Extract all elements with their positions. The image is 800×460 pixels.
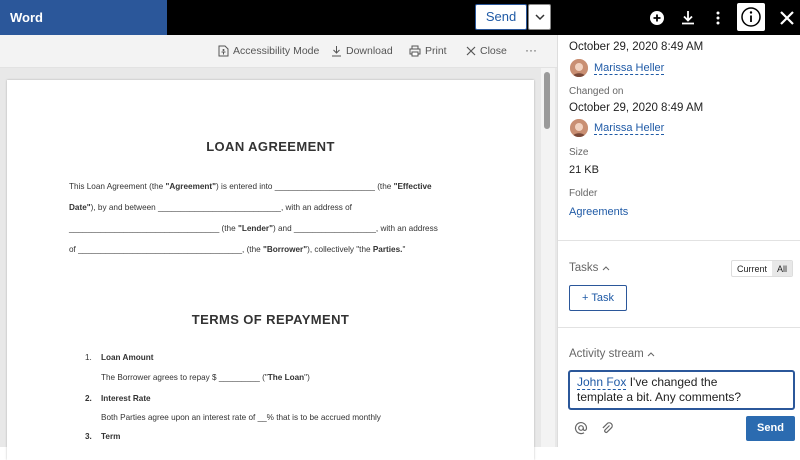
print-label: Print (425, 45, 447, 57)
more-vertical-icon[interactable] (706, 6, 730, 30)
created-by-link[interactable]: Marissa Heller (594, 62, 665, 75)
changed-date: October 29, 2020 8:49 AM (569, 102, 704, 114)
list-item-title: Term (101, 432, 121, 441)
avatar (570, 119, 588, 137)
send-button[interactable]: Send (475, 4, 527, 30)
divider (558, 327, 800, 328)
close-icon (466, 46, 476, 56)
list-item-number: 2. (85, 394, 92, 403)
document-toolbar: Accessibility Mode Download Print Close … (0, 35, 557, 68)
list-item-body: Both Parties agree upon an interest rate… (101, 413, 381, 422)
download-label: Download (346, 45, 393, 57)
tasks-section-toggle[interactable]: Tasks (569, 262, 610, 274)
close-label: Close (480, 45, 507, 57)
agreement-paragraph-line-4: of ____________________________________,… (69, 245, 406, 254)
download-icon[interactable] (676, 6, 700, 30)
comment-text-line-1: I've changed the (626, 375, 718, 389)
folder-link[interactable]: Agreements (569, 206, 628, 218)
comment-input[interactable]: John Fox I've changed the template a bit… (568, 370, 795, 410)
size-value: 21 KB (569, 164, 599, 176)
accessibility-mode-button[interactable]: Accessibility Mode (218, 45, 319, 57)
at-icon[interactable] (574, 421, 588, 435)
print-button[interactable]: Print (409, 45, 447, 57)
tasks-filter-toggle: Current All (731, 260, 794, 277)
close-document-button[interactable]: Close (466, 45, 507, 57)
document-scrollbar-thumb[interactable] (544, 72, 550, 129)
plus-circle-icon[interactable] (645, 6, 669, 30)
top-bar: Word Send (0, 0, 800, 35)
list-item-number: 1. (85, 353, 92, 362)
folder-label: Folder (569, 188, 598, 199)
size-label: Size (569, 147, 589, 158)
more-options-button[interactable]: ··· (525, 43, 537, 57)
details-sidebar: October 29, 2020 8:49 AM Marissa Heller … (557, 35, 800, 447)
section-title: TERMS OF REPAYMENT (191, 312, 350, 327)
created-date: October 29, 2020 8:49 AM (569, 41, 704, 53)
activity-stream-toggle[interactable]: Activity stream (569, 348, 655, 360)
tasks-filter-all[interactable]: All (772, 261, 793, 276)
download-icon (332, 46, 341, 57)
info-button[interactable] (737, 3, 765, 31)
list-item-title: Interest Rate (101, 394, 151, 403)
add-task-button[interactable]: + Task (569, 285, 627, 311)
comment-mention[interactable]: John Fox (577, 375, 627, 390)
printer-icon (409, 45, 421, 57)
accessibility-icon (218, 45, 229, 57)
user-avatar-icon (570, 119, 588, 137)
list-item-number: 3. (85, 432, 92, 441)
list-item-body: The Borrower agrees to repay $ _________… (101, 373, 310, 382)
agreement-paragraph-line-3: _________________________________ (the "… (69, 224, 438, 233)
document-title: LOAN AGREEMENT (206, 139, 335, 154)
agreement-paragraph-line-1: This Loan Agreement (the "Agreement") is… (69, 182, 432, 191)
agreement-paragraph-line-2: Date"), by and between _________________… (69, 203, 352, 212)
chevron-up-icon (602, 266, 609, 271)
activity-stream-label: Activity stream (569, 348, 644, 360)
download-button[interactable]: Download (331, 45, 393, 57)
user-avatar-icon (570, 59, 588, 77)
accessibility-mode-label: Accessibility Mode (233, 45, 320, 57)
chevron-down-icon (535, 14, 545, 21)
tasks-filter-current[interactable]: Current (732, 261, 772, 276)
list-item-title: Loan Amount (101, 353, 154, 362)
close-icon[interactable] (775, 6, 799, 30)
send-comment-button[interactable]: Send (746, 416, 795, 441)
changed-on-label: Changed on (569, 86, 624, 97)
document-page: LOAN AGREEMENT This Loan Agreement (the … (7, 80, 534, 460)
changed-by-link[interactable]: Marissa Heller (594, 122, 665, 135)
divider (558, 240, 800, 241)
send-options-button[interactable] (528, 4, 551, 30)
comment-text-line-2: template a bit. Any comments? (577, 390, 742, 404)
info-icon (741, 7, 761, 27)
document-viewer: LOAN AGREEMENT This Loan Agreement (the … (0, 68, 557, 460)
tasks-label: Tasks (569, 262, 599, 274)
paperclip-icon[interactable] (600, 421, 614, 435)
chevron-up-icon (647, 352, 655, 357)
app-title: Word (0, 0, 167, 35)
avatar (570, 59, 588, 77)
